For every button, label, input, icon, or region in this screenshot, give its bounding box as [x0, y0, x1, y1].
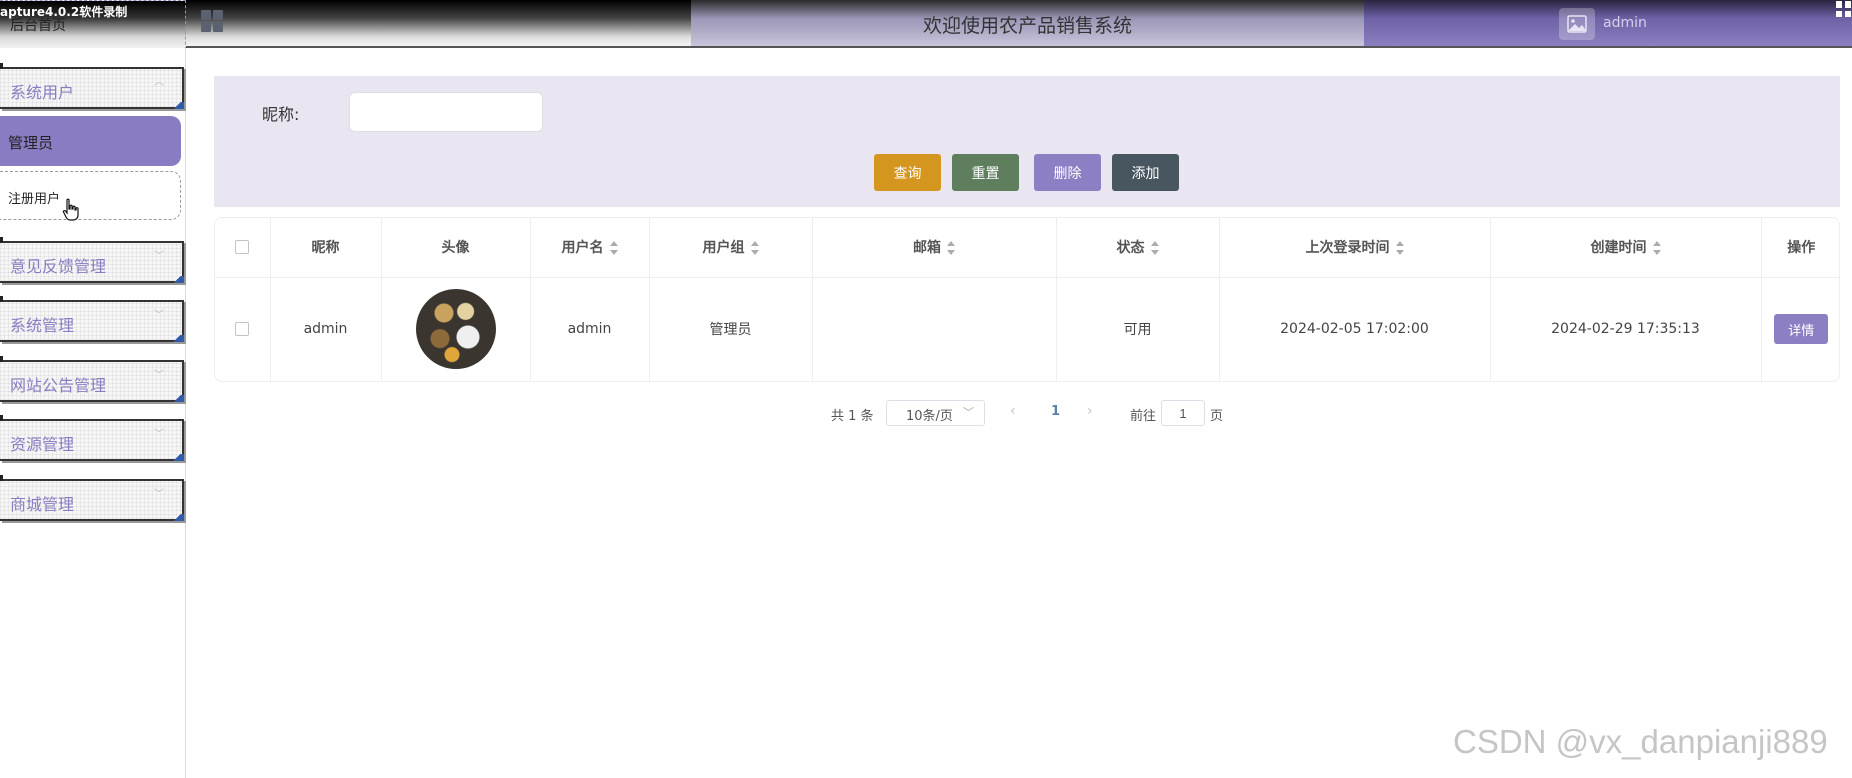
sidebar-item-registered-users[interactable]: 注册用户	[0, 171, 181, 220]
select-all-cell[interactable]	[215, 218, 271, 278]
watermark: CSDN @vx_danpianji889	[1453, 723, 1828, 760]
user-name[interactable]: admin	[1603, 15, 1647, 31]
sidebar-group-announcements[interactable]: 网站公告管理 ﹀	[0, 356, 184, 402]
cell-email	[812, 277, 1057, 381]
avatar-image	[415, 289, 496, 370]
hand-cursor-icon	[62, 198, 79, 221]
menu-grid-icon[interactable]	[201, 10, 223, 32]
chevron-up-icon: ︿	[154, 77, 164, 88]
column-header-avatar: 头像	[381, 218, 531, 278]
query-button[interactable]: 查询	[874, 154, 941, 191]
recorder-label: apture4.0.2软件录制	[0, 5, 128, 19]
sort-icon[interactable]	[609, 241, 618, 256]
sidebar-group-label: 资源管理	[10, 435, 75, 454]
column-header-email[interactable]: 邮箱	[812, 218, 1057, 278]
column-header-created[interactable]: 创建时间	[1490, 218, 1762, 278]
add-button[interactable]: 添加	[1112, 154, 1179, 191]
fold-corner	[170, 335, 184, 342]
chevron-down-icon: ﹀	[154, 310, 164, 321]
sidebar-group-label: 意见反馈管理	[10, 257, 107, 276]
header-left-area	[186, 0, 691, 48]
fold-corner	[170, 514, 184, 521]
group-marker	[0, 475, 3, 481]
group-marker	[0, 63, 3, 69]
sort-icon[interactable]	[1395, 241, 1404, 256]
reset-button[interactable]: 重置	[952, 154, 1019, 191]
goto-page-input[interactable]	[1161, 400, 1205, 426]
sidebar-item-label: 管理员	[8, 134, 54, 152]
sidebar-group-system-users[interactable]: 系统用户 ︿	[0, 63, 184, 109]
sidebar-group-feedback[interactable]: 意见反馈管理 ﹀	[0, 237, 184, 283]
cell-avatar	[381, 277, 531, 381]
column-header-nickname: 昵称	[270, 218, 382, 278]
page-size-select[interactable]: 10条/页 ﹀	[886, 400, 985, 426]
delete-button[interactable]: 删除	[1034, 154, 1101, 191]
cell-actions: 详情	[1761, 277, 1839, 381]
pagination-total: 共 1 条	[831, 409, 874, 424]
top-bar: 后台首页 apture4.0.2软件录制 欢迎使用农产品销售系统 admin	[0, 0, 1852, 50]
row-select-cell[interactable]	[215, 277, 271, 381]
sidebar-item-admin[interactable]: 管理员	[0, 116, 181, 166]
sort-icon[interactable]	[1150, 241, 1159, 256]
nickname-label: 昵称:	[262, 105, 300, 124]
sidebar-group-mall[interactable]: 商城管理 ﹀	[0, 475, 184, 521]
group-marker	[0, 296, 3, 302]
detail-button[interactable]: 详情	[1774, 314, 1829, 345]
column-header-group[interactable]: 用户组	[649, 218, 813, 278]
chevron-down-icon: ﹀	[154, 489, 164, 500]
page-number-current[interactable]: 1	[1051, 404, 1060, 419]
fold-corner	[170, 454, 184, 461]
sort-icon[interactable]	[947, 241, 955, 256]
sidebar-item-label: 注册用户	[8, 192, 61, 207]
sidebar-group-label: 网站公告管理	[10, 376, 107, 395]
sidebar-group-resources[interactable]: 资源管理 ﹀	[0, 415, 184, 461]
group-marker	[0, 356, 3, 362]
select-all-checkbox[interactable]	[235, 240, 250, 255]
image-icon	[1567, 15, 1587, 33]
table-header-row: 昵称 头像 用户名 用户组 邮箱 状态 上次登录时间 创建时间 操作	[215, 218, 1839, 278]
sidebar-group-system-management[interactable]: 系统管理 ﹀	[0, 296, 184, 342]
sidebar: 系统用户 ︿ 管理员 注册用户 意见反馈管理 ﹀ 系统管理 ﹀ 网站公告管理 ﹀…	[0, 48, 186, 778]
fold-corner	[170, 102, 184, 109]
chevron-down-icon: ﹀	[963, 406, 974, 419]
chevron-down-icon: ﹀	[154, 370, 164, 381]
column-header-last-login[interactable]: 上次登录时间	[1219, 218, 1491, 278]
chevron-down-icon: ﹀	[154, 251, 164, 262]
sidebar-group-label: 系统用户	[10, 83, 75, 102]
table-row: admin admin 管理员 可用 2024-02-05 17:02:00 2…	[215, 277, 1839, 381]
cell-created: 2024-02-29 17:35:13	[1490, 277, 1762, 381]
group-marker	[0, 237, 3, 243]
cell-status: 可用	[1056, 277, 1220, 381]
fold-corner	[170, 276, 184, 283]
next-page-icon[interactable]: ›	[1087, 403, 1093, 419]
page-size-value: 10条/页	[906, 409, 953, 424]
prev-page-icon[interactable]: ‹	[1010, 403, 1016, 419]
fullscreen-icon[interactable]	[1836, 1, 1852, 17]
user-avatar[interactable]	[1559, 8, 1595, 40]
cell-last-login: 2024-02-05 17:02:00	[1219, 277, 1491, 381]
header-title-area: 欢迎使用农产品销售系统	[691, 0, 1364, 48]
cell-group: 管理员	[649, 277, 813, 381]
sort-icon[interactable]	[750, 241, 759, 256]
users-table: 昵称 头像 用户名 用户组 邮箱 状态 上次登录时间 创建时间 操作 admin…	[214, 217, 1840, 382]
cell-username: admin	[530, 277, 650, 381]
fold-corner	[170, 395, 184, 402]
goto-label: 前往	[1130, 409, 1157, 424]
column-header-username[interactable]: 用户名	[530, 218, 650, 278]
sort-icon[interactable]	[1652, 241, 1661, 256]
group-marker	[0, 415, 3, 421]
chevron-down-icon: ﹀	[154, 429, 164, 440]
column-header-actions: 操作	[1761, 218, 1839, 278]
page-title: 欢迎使用农产品销售系统	[922, 15, 1132, 37]
sidebar-group-label: 商城管理	[10, 495, 75, 514]
column-header-status[interactable]: 状态	[1056, 218, 1220, 278]
sidebar-group-label: 系统管理	[10, 316, 75, 335]
page-suffix: 页	[1210, 409, 1224, 424]
row-checkbox[interactable]	[235, 322, 250, 337]
cell-nickname: admin	[270, 277, 382, 381]
nickname-search-input[interactable]	[349, 92, 543, 132]
